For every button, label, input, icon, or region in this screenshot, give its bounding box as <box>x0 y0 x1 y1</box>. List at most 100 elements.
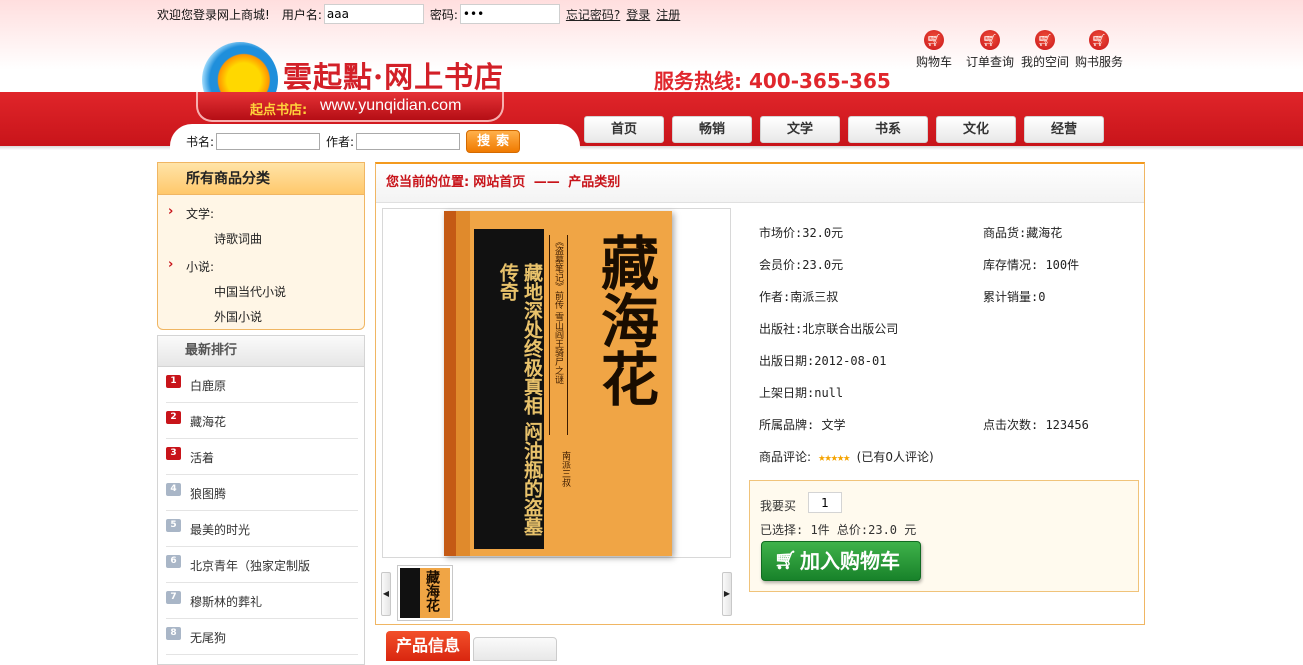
ranking-item[interactable]: 1 白鹿原 <box>166 367 358 403</box>
tab-product-info[interactable]: 产品信息 <box>386 631 470 661</box>
product-detail-panel: 您当前的位置: 网站首页 —— 产品类别 藏地深处终极真相 闷油瓶的盗墓传奇 《盗… <box>375 162 1145 625</box>
product-review: 商品评论: ★★★★★ (已有0人评论) <box>759 448 934 465</box>
product-goods: 商品货:藏海花 <box>983 226 1063 240</box>
ranking-item[interactable]: 4 狼图腾 <box>166 475 358 511</box>
rank-badge: 6 <box>166 555 181 568</box>
star-rating-icon: ★★★★★ <box>818 450 850 464</box>
publish-date: 出版日期:2012-08-01 <box>759 354 887 368</box>
category-group[interactable]: › 文学: <box>158 204 364 221</box>
login-link[interactable]: 登录 <box>626 6 650 23</box>
breadcrumb-separator: —— <box>533 175 560 190</box>
username-input[interactable] <box>323 4 424 24</box>
ranking-item-name[interactable]: 北京青年（独家定制版 <box>190 557 310 574</box>
ranking-item-name[interactable]: 白鹿原 <box>190 377 226 394</box>
category-panel: 所有商品分类 › 文学: 诗歌词曲 › 小说: 中国当代小说 外国小说 <box>157 162 365 330</box>
product-brand: 所属品牌: 文学 <box>759 418 846 432</box>
category-item[interactable]: 外国小说 <box>158 308 364 324</box>
quick-link-label: 购物车 <box>915 55 952 69</box>
nav-culture[interactable]: 文化 <box>936 116 1016 143</box>
breadcrumb-home[interactable]: 网站首页 <box>473 175 525 190</box>
ranking-item-name[interactable]: 藏海花 <box>190 413 226 430</box>
logo-url: www.yunqidian.com <box>320 97 462 114</box>
nav-series[interactable]: 书系 <box>848 116 928 143</box>
thumbnail-title: 藏海花 <box>424 570 440 612</box>
cart-icon: 🛒︎ <box>1035 30 1055 50</box>
ranking-item[interactable]: 7 穆斯林的葬礼 <box>166 583 358 619</box>
rank-badge: 3 <box>166 447 181 460</box>
quick-link-my-space[interactable]: 🛒︎ 我的空间 <box>1014 30 1076 70</box>
search-area: 书名: 作者: 搜索 <box>186 130 521 153</box>
ranking-item[interactable]: 3 活着 <box>166 439 358 475</box>
review-label: 商品评论: <box>759 450 812 464</box>
ranking-item-name[interactable]: 穆斯林的葬礼 <box>190 593 262 610</box>
logo-slogan: 起点书店: <box>250 103 308 118</box>
book-cover-author: 南派三叔 <box>560 451 570 487</box>
add-to-cart-button[interactable]: 🛒︎ 加入购物车 <box>761 541 921 581</box>
quick-link-label: 购书服务 <box>1074 55 1123 69</box>
rank-badge: 8 <box>166 627 181 640</box>
ranking-title: 最新排行 <box>158 336 364 367</box>
thumbnail-next-button[interactable]: ▶ <box>722 572 732 616</box>
cart-icon: 🛒︎ <box>774 550 797 571</box>
review-count[interactable]: (已有0人评论) <box>857 450 934 464</box>
thumbnail-prev-button[interactable]: ◀ <box>381 572 391 616</box>
ranking-item-name[interactable]: 最美的时光 <box>190 521 250 538</box>
tab-secondary[interactable] <box>473 637 557 661</box>
password-label: 密码: <box>429 7 458 22</box>
breadcrumb: 您当前的位置: 网站首页 —— 产品类别 <box>376 164 1144 203</box>
quantity-input[interactable] <box>808 492 842 513</box>
product-publisher: 出版社:北京联合出版公司 <box>759 322 899 336</box>
author-input[interactable] <box>356 133 461 150</box>
quick-link-orders[interactable]: 🛒︎ 订单查询 <box>959 30 1021 70</box>
category-item[interactable]: 诗歌词曲 <box>158 230 364 246</box>
quick-link-cart[interactable]: 🛒︎ 购物车 <box>903 30 965 70</box>
header: 欢迎您登录网上商城! 用户名: 密码: 忘记密码? 登录 注册 雲起點·网上书店… <box>0 0 1303 153</box>
login-bar: 欢迎您登录网上商城! 用户名: 密码: 忘记密码? 登录 注册 <box>157 3 680 25</box>
category-group[interactable]: › 小说: <box>158 257 364 274</box>
nav-home[interactable]: 首页 <box>584 116 664 143</box>
book-cover-side-text: 《盗墓笔记》前传 雪山阎王骑尸之谜 <box>549 235 568 435</box>
ranking-item[interactable]: 8 无尾狗 <box>166 619 358 655</box>
book-name-label: 书名: <box>186 135 215 149</box>
register-link[interactable]: 注册 <box>656 6 680 23</box>
rank-badge: 5 <box>166 519 181 532</box>
member-price: 会员价:23.0元 <box>759 258 844 272</box>
ranking-item-name[interactable]: 无尾狗 <box>190 629 226 646</box>
rank-badge: 4 <box>166 483 181 496</box>
author-label: 作者: <box>326 135 355 149</box>
rank-badge: 7 <box>166 591 181 604</box>
total-sales: 累计销量:0 <box>983 290 1046 304</box>
category-item[interactable]: 中国当代小说 <box>158 283 364 299</box>
ranking-panel: 最新排行 1 白鹿原 2 藏海花 3 活着 4 狼图腾 5 最美的时光 6 北京… <box>157 335 365 665</box>
chevron-right-icon: › <box>168 204 174 219</box>
rank-badge: 2 <box>166 411 181 424</box>
stock-status: 库存情况: 100件 <box>983 258 1080 272</box>
quick-link-service[interactable]: 🛒︎ 购书服务 <box>1068 30 1130 70</box>
nav-literature[interactable]: 文学 <box>760 116 840 143</box>
password-input[interactable] <box>459 4 560 24</box>
forgot-password-link[interactable]: 忘记密码? <box>566 6 620 23</box>
book-cover-title: 藏海花 <box>591 233 659 407</box>
ranking-item[interactable]: 2 藏海花 <box>166 403 358 439</box>
ranking-item[interactable]: 5 最美的时光 <box>166 511 358 547</box>
nav-bestseller[interactable]: 畅销 <box>672 116 752 143</box>
logo-title[interactable]: 雲起點·网上书店 <box>283 54 504 96</box>
rank-badge: 1 <box>166 375 181 388</box>
ranking-item-name[interactable]: 狼图腾 <box>190 485 226 502</box>
cart-icon: 🛒︎ <box>1089 30 1109 50</box>
ranking-item[interactable]: 6 北京青年（独家定制版 <box>166 547 358 583</box>
nav-business[interactable]: 经营 <box>1024 116 1104 143</box>
shelf-date: 上架日期:null <box>759 386 844 400</box>
breadcrumb-current[interactable]: 产品类别 <box>568 175 620 190</box>
category-group-name[interactable]: 小说: <box>186 258 364 274</box>
chevron-right-icon: › <box>168 257 174 272</box>
category-group-name[interactable]: 文学: <box>186 205 364 221</box>
username-label: 用户名: <box>281 7 322 22</box>
welcome-text: 欢迎您登录网上商城! <box>157 7 270 22</box>
cart-icon: 🛒︎ <box>924 30 944 50</box>
breadcrumb-prefix: 您当前的位置: <box>386 175 470 190</box>
book-name-input[interactable] <box>216 133 321 150</box>
product-thumbnail[interactable]: 藏海花 <box>397 565 453 621</box>
ranking-item-name[interactable]: 活着 <box>190 449 214 466</box>
search-button[interactable]: 搜索 <box>466 130 521 153</box>
